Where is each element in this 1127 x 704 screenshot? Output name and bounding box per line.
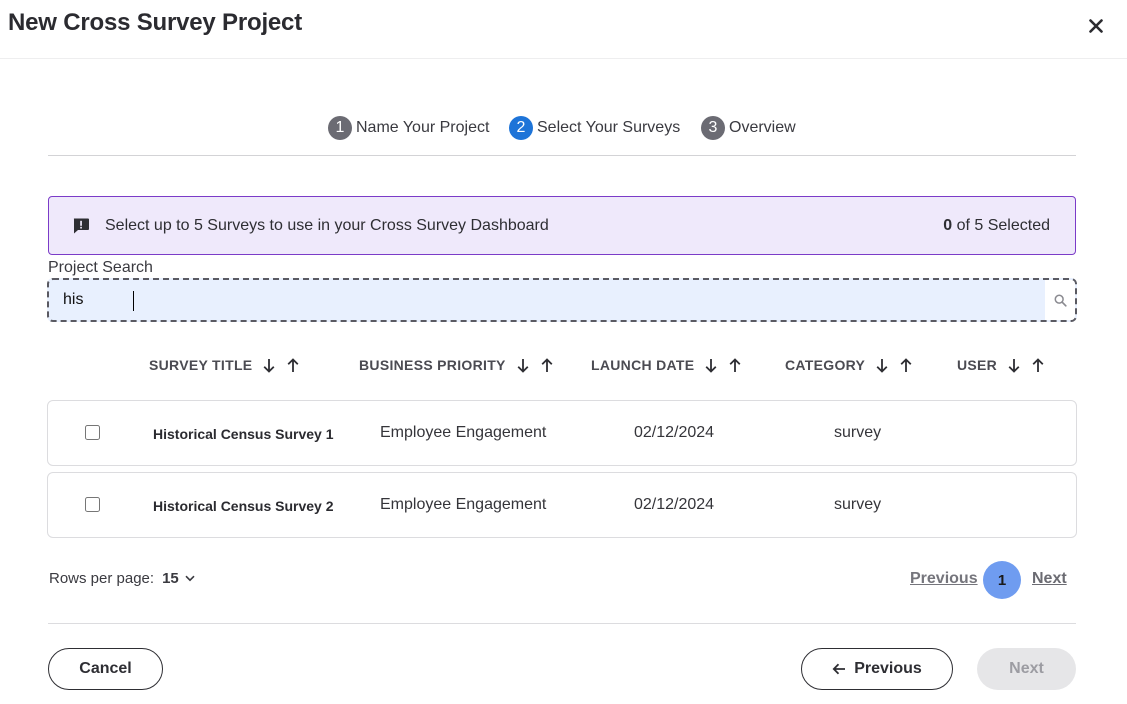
cell-category: survey	[834, 424, 882, 441]
search-field[interactable]	[47, 278, 1077, 322]
table-row[interactable]: Historical Census Survey 2 Employee Enga…	[47, 472, 1077, 538]
sort-descending-icon[interactable]	[875, 357, 889, 373]
selected-counter: 0 of 5 Selected	[943, 217, 1050, 235]
sort-descending-icon[interactable]	[704, 357, 718, 373]
pagination-previous-link[interactable]: Previous	[910, 570, 978, 588]
next-button[interactable]: Next	[977, 648, 1076, 690]
search-icon	[1054, 294, 1067, 307]
cell-survey-title: Historical Census Survey 1	[153, 426, 334, 442]
info-banner-text: Select up to 5 Surveys to use in your Cr…	[105, 217, 549, 234]
cell-business-priority: Employee Engagement	[380, 496, 547, 513]
chevron-down-icon	[185, 575, 195, 582]
modal-header: New Cross Survey Project	[0, 0, 1127, 59]
step-label: Overview	[729, 119, 796, 136]
column-header-label: USER	[957, 357, 998, 373]
column-header-label: BUSINESS PRIORITY	[359, 357, 506, 373]
rows-per-page: Rows per page: 15	[49, 570, 195, 587]
sort-ascending-icon[interactable]	[899, 357, 913, 373]
next-button-label: Next	[1009, 660, 1044, 677]
sort-ascending-icon[interactable]	[1031, 357, 1045, 373]
cell-category: survey	[834, 496, 882, 513]
arrow-left-icon	[832, 663, 846, 675]
sort-descending-icon[interactable]	[516, 357, 530, 373]
selected-count-value: 0	[943, 217, 953, 234]
close-icon	[1089, 19, 1103, 33]
cell-survey-title: Historical Census Survey 2	[153, 498, 334, 514]
previous-button-label: Previous	[854, 660, 922, 677]
search-button[interactable]	[1045, 280, 1075, 320]
row-checkbox[interactable]	[85, 497, 100, 512]
step-number: 2	[509, 116, 533, 140]
cell-launch-date: 02/12/2024	[634, 496, 715, 513]
rows-per-page-select[interactable]: 15	[162, 570, 195, 587]
info-banner: Select up to 5 Surveys to use in your Cr…	[48, 196, 1076, 255]
footer-divider	[48, 623, 1076, 624]
modal-title: New Cross Survey Project	[8, 9, 302, 36]
step-select-your-surveys[interactable]: 2 Select Your Surveys	[509, 116, 680, 140]
column-header-label: SURVEY TITLE	[149, 357, 253, 373]
column-header-label: CATEGORY	[785, 357, 866, 373]
rows-per-page-value: 15	[162, 570, 179, 587]
close-button[interactable]	[1083, 13, 1109, 39]
search-label: Project Search	[48, 259, 153, 276]
stepper: 1 Name Your Project 2 Select Your Survey…	[0, 116, 1127, 140]
step-number: 3	[701, 116, 725, 140]
column-header-label: LAUNCH DATE	[591, 357, 695, 373]
step-name-your-project[interactable]: 1 Name Your Project	[328, 116, 489, 140]
sort-descending-icon[interactable]	[262, 357, 276, 373]
selected-count-suffix: of 5 Selected	[956, 217, 1050, 234]
previous-button[interactable]: Previous	[801, 648, 953, 690]
column-header-survey-title: SURVEY TITLE	[149, 355, 310, 375]
step-overview[interactable]: 3 Overview	[701, 116, 796, 140]
message-alert-icon	[73, 218, 89, 234]
step-label: Name Your Project	[356, 119, 490, 136]
sort-ascending-icon[interactable]	[728, 357, 742, 373]
sort-ascending-icon[interactable]	[540, 357, 554, 373]
cell-launch-date: 02/12/2024	[634, 424, 715, 441]
column-header-launch-date: LAUNCH DATE	[591, 355, 752, 375]
table-row[interactable]: Historical Census Survey 1 Employee Enga…	[47, 400, 1077, 466]
row-checkbox[interactable]	[85, 425, 100, 440]
cancel-button-label: Cancel	[79, 660, 132, 677]
step-label: Select Your Surveys	[537, 119, 681, 136]
text-caret	[133, 291, 134, 311]
sort-ascending-icon[interactable]	[286, 357, 300, 373]
search-input[interactable]	[63, 282, 1043, 318]
sort-descending-icon[interactable]	[1007, 357, 1021, 373]
cell-business-priority: Employee Engagement	[380, 424, 547, 441]
column-header-user: USER	[957, 355, 1055, 375]
rows-per-page-label: Rows per page:	[49, 570, 155, 587]
column-header-business-priority: BUSINESS PRIORITY	[359, 355, 564, 375]
step-number: 1	[328, 116, 352, 140]
column-header-category: CATEGORY	[785, 355, 923, 375]
stepper-divider	[48, 155, 1076, 156]
pagination-next-link[interactable]: Next	[1032, 570, 1067, 588]
pagination-page-current[interactable]: 1	[983, 561, 1021, 599]
cancel-button[interactable]: Cancel	[48, 648, 163, 690]
